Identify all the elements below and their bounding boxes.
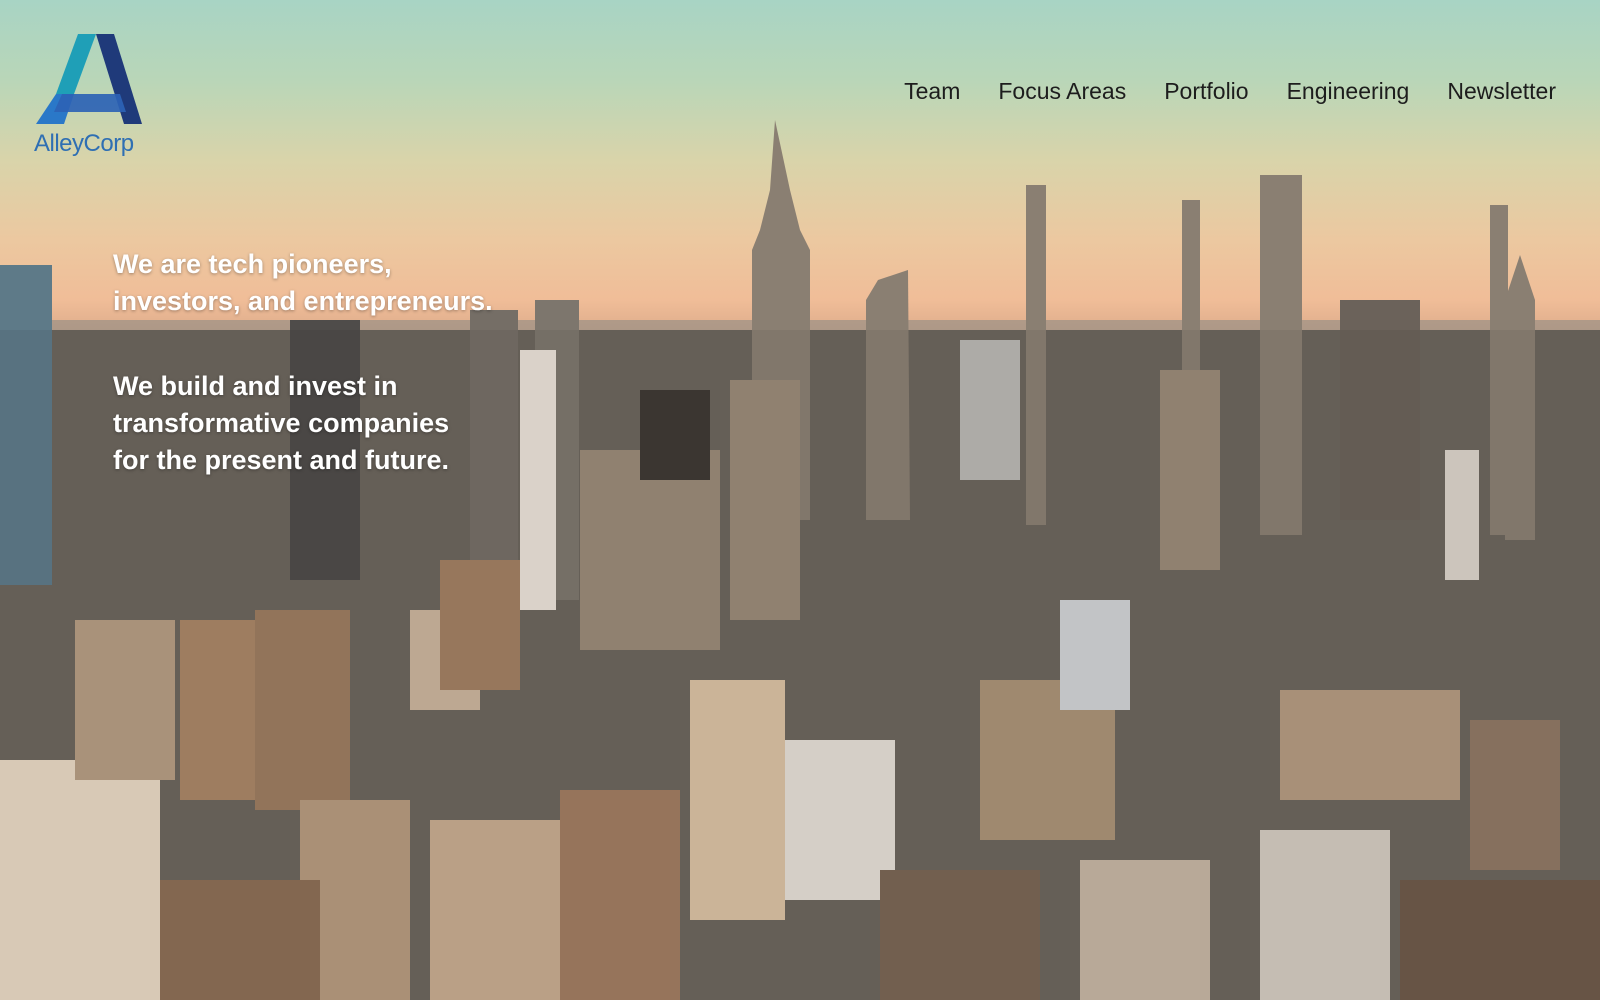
hero-section: AlleyCorp Team Focus Areas Portfolio Eng… [0, 0, 1600, 1000]
hero-paragraph-2: We build and invest in transformative co… [113, 368, 673, 479]
nav-item-newsletter[interactable]: Newsletter [1447, 78, 1556, 105]
nav-item-portfolio[interactable]: Portfolio [1164, 78, 1248, 105]
alleycorp-logo[interactable]: AlleyCorp [34, 34, 146, 162]
hero-headline: We are tech pioneers, investors, and ent… [113, 246, 673, 527]
hero-paragraph-1: We are tech pioneers, investors, and ent… [113, 246, 673, 320]
main-nav: Team Focus Areas Portfolio Engineering N… [866, 78, 1556, 105]
hero-line: We are tech pioneers, [113, 249, 392, 279]
alleycorp-logo-mark-icon [36, 34, 142, 124]
logo-wordmark: AlleyCorp [34, 130, 134, 157]
hero-line: for the present and future. [113, 445, 450, 475]
nav-item-team[interactable]: Team [904, 78, 960, 105]
hero-line: transformative companies [113, 408, 450, 438]
nav-item-focus-areas[interactable]: Focus Areas [998, 78, 1126, 105]
nav-item-engineering[interactable]: Engineering [1287, 78, 1410, 105]
hero-line: investors, and entrepreneurs. [113, 286, 493, 316]
hero-line: We build and invest in [113, 371, 398, 401]
